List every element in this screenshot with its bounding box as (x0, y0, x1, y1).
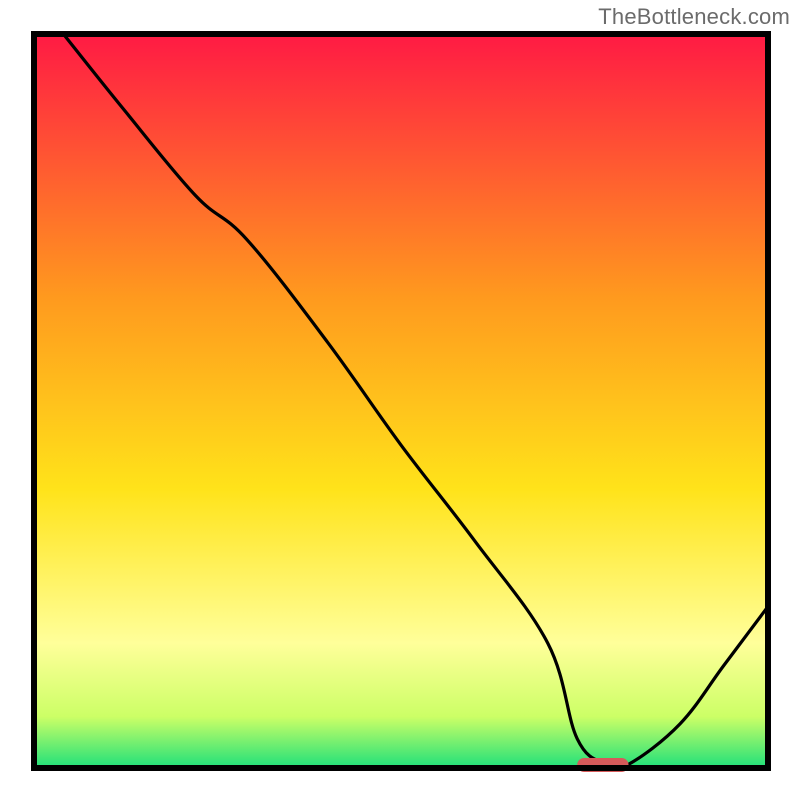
chart-svg (0, 0, 800, 800)
watermark-label: TheBottleneck.com (598, 4, 790, 30)
page-root: { "watermark": "TheBottleneck.com", "col… (0, 0, 800, 800)
plot-background (34, 34, 768, 768)
